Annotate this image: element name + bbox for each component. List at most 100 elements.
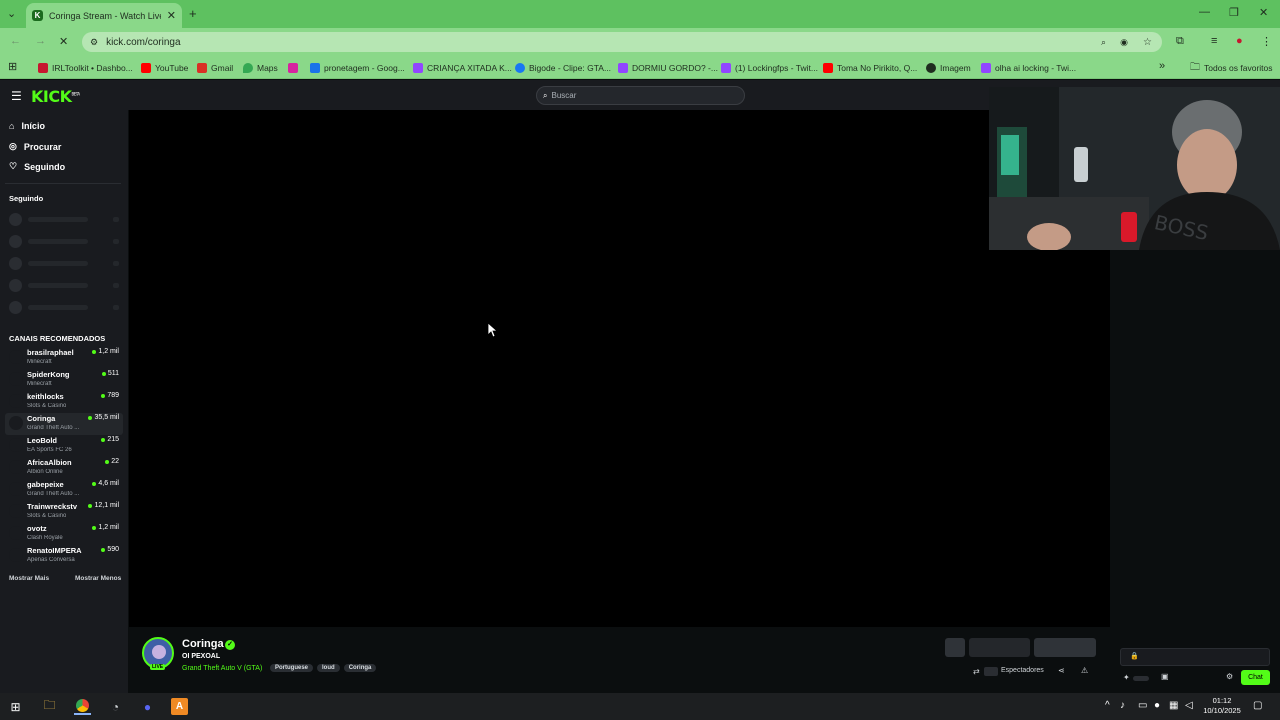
action-button-skeleton[interactable] — [945, 638, 965, 657]
hamburger-menu-icon[interactable]: ☰ — [11, 89, 22, 103]
bookmark-item[interactable]: Bigode - Clipe: GTA... — [515, 60, 611, 76]
discord-icon[interactable]: ● — [139, 698, 156, 715]
channel-name: Coringa — [27, 414, 56, 423]
browser-tab[interactable]: K Coringa Stream - Watch Live o ✕ — [26, 3, 182, 28]
back-icon[interactable]: ← — [10, 35, 21, 47]
media-control-icon[interactable]: ≡ — [1211, 35, 1217, 47]
bookmark-item[interactable]: CRIANÇA XITADA K... — [413, 60, 512, 76]
bookmark-item[interactable]: IRLToolkit • Dashbo... — [38, 60, 133, 76]
channel-viewers: 35,5 mil — [88, 414, 119, 421]
bookmark-item[interactable]: YouTube — [141, 60, 188, 76]
close-window-icon[interactable]: ✕ — [1259, 6, 1268, 19]
recommended-channel-item[interactable]: Trainwreckstv Slots & Casino 12,1 mil — [5, 501, 123, 523]
tab-close-icon[interactable]: ✕ — [167, 9, 176, 22]
channel-avatar — [9, 482, 23, 496]
profile-icon[interactable]: ● — [1236, 35, 1243, 47]
recommended-channel-item[interactable]: brasilraphael Minecraft 1,2 mil — [5, 347, 123, 369]
nav-seguindo[interactable]: ♡ Seguindo — [9, 161, 65, 172]
bookmark-item[interactable]: Toma No Pirikito, Q... — [823, 60, 917, 76]
more-bookmarks-icon[interactable]: » — [1159, 60, 1165, 72]
subscribe-button-skeleton[interactable] — [1034, 638, 1096, 657]
stream-category[interactable]: Grand Theft Auto V (GTA) — [182, 665, 262, 672]
tag-chip[interactable]: Portuguese — [270, 664, 314, 672]
menu-icon[interactable]: ⋮ — [1261, 35, 1272, 48]
clock-app-icon[interactable]: ◔ — [107, 698, 124, 715]
notifications-icon[interactable]: ▢ — [1253, 700, 1262, 711]
recommended-channel-item[interactable]: keithlocks Slots & Casino 789 — [5, 391, 123, 413]
bookmark-item[interactable] — [288, 60, 298, 76]
live-dot-icon — [101, 437, 106, 442]
microphone-icon[interactable]: ● — [1154, 700, 1160, 711]
live-dot-icon — [101, 371, 106, 376]
omnibox[interactable]: ⚙ kick.com/coringa ⌕ ◉ ☆ — [82, 32, 1162, 52]
bookmark-item[interactable]: (1) Lockingfps - Twit... — [721, 60, 818, 76]
new-tab-icon[interactable]: + — [189, 6, 197, 21]
kick-logo[interactable]: KICKBETA — [31, 87, 80, 106]
speaker-icon[interactable]: ◁ — [1185, 700, 1193, 711]
show-less-link[interactable]: Mostrar Menos — [75, 575, 121, 582]
battery-icon[interactable]: ▭ — [1138, 700, 1147, 711]
show-more-link[interactable]: Mostrar Mais — [9, 575, 49, 582]
recommended-channel-item[interactable]: AfricaAlbion Albion Online 22 — [5, 457, 123, 479]
emote-icon[interactable]: ✦ — [1123, 673, 1130, 682]
app-a-icon[interactable]: A — [171, 698, 188, 715]
network-icon[interactable]: ▦ — [1169, 700, 1178, 711]
recommended-channel-item[interactable]: RenatoIMPERA Apenas Conversa 590 — [5, 545, 123, 567]
zoom-icon[interactable]: ⌕ — [1101, 37, 1106, 48]
recommended-channel-item[interactable]: SpiderKong Minecraft 511 — [5, 369, 123, 391]
twitch-icon — [618, 63, 628, 73]
bookmark-item[interactable]: Gmail — [197, 60, 233, 76]
all-bookmarks-folder[interactable]: 🗀 Todos os favoritos — [1190, 60, 1273, 76]
instagram-icon — [288, 63, 298, 73]
bookmark-star-icon[interactable]: ☆ — [1143, 37, 1152, 48]
channel-avatar — [9, 350, 23, 364]
tray-overflow-icon[interactable]: ^ — [1105, 700, 1110, 711]
bookmark-item[interactable]: pronetagem - Goog... — [310, 60, 405, 76]
chat-input[interactable]: 🔒 — [1120, 648, 1270, 666]
gift-icon[interactable]: ▣ — [1161, 672, 1169, 681]
apps-icon[interactable]: ⊞ — [8, 60, 17, 73]
nav-procurar[interactable]: ◎ Procurar — [9, 141, 61, 152]
restore-icon[interactable]: ❐ — [1229, 6, 1239, 19]
channel-name: RenatoIMPERA — [27, 546, 82, 555]
file-explorer-icon[interactable]: 🗀 — [41, 698, 58, 715]
share-icon[interactable]: ⋖ — [1058, 666, 1065, 675]
search-input[interactable]: ⌕ Buscar — [536, 86, 745, 105]
report-icon[interactable]: ⚠ — [1081, 666, 1088, 675]
live-dot-icon — [92, 481, 97, 486]
volume-icon[interactable]: ♪ — [1120, 700, 1125, 711]
chat-button[interactable]: Chat — [1241, 670, 1270, 685]
chat-settings-icon[interactable]: ⚙ — [1226, 672, 1233, 681]
stop-loading-icon[interactable]: ✕ — [59, 35, 68, 48]
tab-search-chevron-icon[interactable]: ⌄ — [7, 7, 16, 20]
recommended-channel-item[interactable]: Coringa Grand Theft Auto ... 35,5 mil — [5, 413, 123, 435]
tag-chip[interactable]: Coringa — [343, 664, 377, 672]
live-dot-icon — [88, 503, 93, 508]
nav-inicio[interactable]: ⌂ Início — [9, 121, 45, 131]
video-player[interactable] — [129, 110, 1110, 627]
recommended-channel-item[interactable]: LeoBold EA Sports FC 26 215 — [5, 435, 123, 457]
webcam-overlay: BOSS — [989, 87, 1280, 250]
streamer-name[interactable]: Coringa — [182, 638, 224, 650]
tag-chip[interactable]: loud — [317, 664, 340, 672]
bookmark-item[interactable]: Maps — [243, 60, 278, 76]
bookmark-item[interactable]: Imagem — [926, 60, 971, 76]
site-info-icon[interactable]: ⚙ — [90, 37, 98, 48]
bookmark-item[interactable]: DORMIU GORDO? -... — [618, 60, 718, 76]
divider — [5, 183, 121, 184]
windows-start-icon[interactable]: ⊞ — [7, 698, 24, 715]
recommended-channel-item[interactable]: gabepeixe Grand Theft Auto ... 4,6 mil — [5, 479, 123, 501]
forward-icon[interactable]: → — [35, 35, 46, 47]
recommended-channel-item[interactable]: ovotz Clash Royale 1,2 mil — [5, 523, 123, 545]
bookmark-item[interactable]: olha ai locking - Twi... — [981, 60, 1076, 76]
follow-button-skeleton[interactable] — [969, 638, 1030, 657]
minimize-icon[interactable]: — — [1199, 6, 1210, 18]
viewer-count-skeleton — [984, 667, 998, 676]
system-clock[interactable]: 01:12 10/10/2025 — [1201, 696, 1243, 716]
tracking-eye-icon[interactable]: ◉ — [1120, 37, 1128, 48]
extensions-icon[interactable]: ⧉ — [1176, 35, 1184, 48]
kick-favicon-icon: K — [32, 10, 43, 21]
live-dot-icon — [101, 547, 106, 552]
channel-name: ovotz — [27, 524, 47, 533]
chrome-icon[interactable] — [74, 698, 91, 715]
